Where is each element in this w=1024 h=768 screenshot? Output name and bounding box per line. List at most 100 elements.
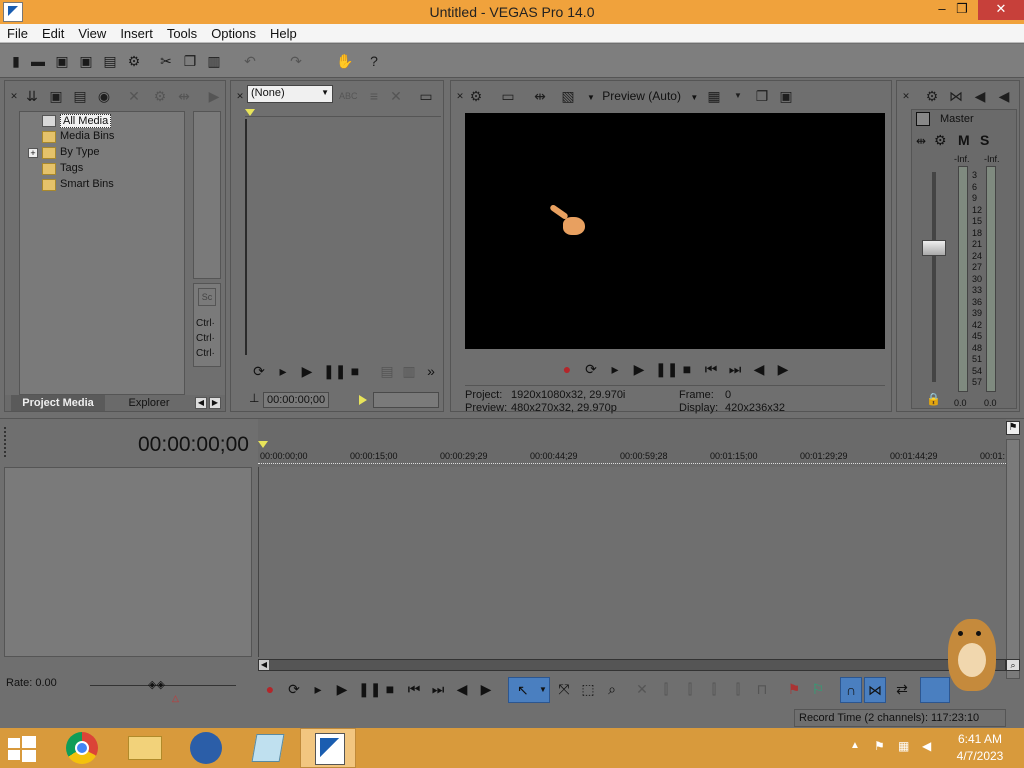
- play-from-start-icon[interactable]: ▸: [275, 363, 291, 379]
- ripple-edit-icon[interactable]: ⇄: [894, 681, 910, 697]
- clock-time[interactable]: 6:41 AM: [952, 732, 1008, 746]
- auto-crossfade-icon[interactable]: ⋈: [864, 677, 886, 703]
- speaker-icon[interactable]: ◀: [971, 87, 989, 105]
- expand-arrow-icon[interactable]: ▶: [205, 87, 223, 105]
- tab-project-media[interactable]: Project Media: [11, 395, 105, 411]
- notepad-taskbar-icon[interactable]: [240, 728, 296, 768]
- go-to-start-icon[interactable]: ⏮: [406, 681, 422, 697]
- snapping-icon[interactable]: ∩: [840, 677, 862, 703]
- close-button[interactable]: ✕: [978, 0, 1024, 20]
- go-to-end-icon[interactable]: ⏭: [727, 361, 743, 377]
- volume-muted-icon[interactable]: ◀: [922, 739, 931, 753]
- dim-output-icon[interactable]: ◀: [995, 87, 1013, 105]
- menu-edit[interactable]: Edit: [35, 24, 71, 41]
- remove-icon[interactable]: ✕: [125, 87, 143, 105]
- save-as-icon[interactable]: ▣: [78, 53, 94, 69]
- loop-icon[interactable]: ⟳: [583, 361, 599, 377]
- menu-view[interactable]: View: [71, 24, 113, 41]
- extract-audio-icon[interactable]: ▤: [71, 87, 89, 105]
- add-to-timeline-before-icon[interactable]: ▥: [401, 363, 417, 379]
- tab-scroll-left-icon[interactable]: ◀: [195, 397, 207, 409]
- timeline-tracks[interactable]: [258, 467, 1006, 657]
- menu-options[interactable]: Options: [204, 24, 263, 41]
- play-icon[interactable]: ▶: [631, 361, 647, 377]
- trimmer-media-dropdown[interactable]: (None) ▼: [247, 85, 333, 103]
- preview-quality-dropdown[interactable]: ▼ Preview (Auto) ▼: [587, 89, 698, 103]
- rate-slider-handle[interactable]: ◈◈: [148, 678, 165, 691]
- chrome-taskbar-icon[interactable]: [54, 728, 110, 768]
- import-media-icon[interactable]: ⇊: [23, 87, 41, 105]
- record-icon[interactable]: ●: [262, 681, 278, 697]
- tab-explorer[interactable]: Explorer: [109, 395, 189, 411]
- vertical-scrollbar[interactable]: [1006, 439, 1020, 679]
- normal-edit-tool-button[interactable]: ↖ ▼: [508, 677, 550, 703]
- media-fx-gear-icon[interactable]: ⚙: [151, 87, 169, 105]
- more-arrows-icon[interactable]: »: [423, 363, 439, 379]
- solo-button[interactable]: S: [980, 132, 989, 148]
- paste-icon[interactable]: ▥: [206, 53, 222, 69]
- network-icon[interactable]: ▦: [898, 739, 909, 753]
- close-panel-icon[interactable]: ✕: [5, 87, 23, 105]
- clear-icon[interactable]: ✕: [387, 87, 405, 105]
- list-icon[interactable]: ≡: [365, 87, 383, 105]
- play-from-start-icon[interactable]: ▸: [310, 681, 326, 697]
- split-icon[interactable]: ⇹: [175, 87, 193, 105]
- copy-icon[interactable]: ❐: [182, 53, 198, 69]
- external-monitor-icon[interactable]: ▭: [499, 87, 517, 105]
- start-windows-icon[interactable]: [8, 736, 36, 762]
- trimmer-length-box[interactable]: [373, 392, 439, 408]
- stop-icon[interactable]: ■: [382, 681, 398, 697]
- render-icon[interactable]: ▤: [102, 53, 118, 69]
- grid-icon[interactable]: ▦: [705, 87, 723, 105]
- previous-frame-icon[interactable]: ◀: [454, 681, 470, 697]
- marker-icon[interactable]: ⚑: [786, 681, 802, 697]
- envelope-tool-icon[interactable]: ⤧: [556, 681, 572, 697]
- save-icon[interactable]: ▣: [54, 53, 70, 69]
- spell-check-icon[interactable]: ABC: [339, 87, 358, 105]
- trim-end-icon[interactable]: ⫿: [706, 681, 722, 697]
- zoom-icon[interactable]: ⌕: [1006, 659, 1020, 671]
- save-snapshot-icon[interactable]: ▣: [777, 87, 795, 105]
- go-to-end-icon[interactable]: ⏭: [430, 681, 446, 697]
- loop-icon[interactable]: ⟳: [251, 363, 267, 379]
- selection-tool-icon[interactable]: ⬚: [580, 681, 596, 697]
- downmix-icon[interactable]: ⋈: [947, 87, 965, 105]
- open-folder-icon[interactable]: ▬: [30, 53, 46, 69]
- file-explorer-taskbar-icon[interactable]: [116, 728, 172, 768]
- master-fx-icon[interactable]: ⚙: [934, 132, 947, 149]
- video-preview-screen[interactable]: [465, 113, 885, 349]
- split-icon[interactable]: ⫿: [730, 681, 746, 697]
- stop-icon[interactable]: ■: [679, 361, 695, 377]
- copy-frame-icon[interactable]: ▭: [417, 87, 435, 105]
- properties-gear-icon[interactable]: ⚙: [126, 53, 142, 69]
- menu-tools[interactable]: Tools: [160, 24, 204, 41]
- stop-icon[interactable]: ■: [347, 363, 363, 379]
- pan-icon[interactable]: ⇹: [916, 134, 926, 148]
- action-center-flag-icon[interactable]: ⚑: [874, 739, 885, 753]
- go-to-start-icon[interactable]: ⏮: [703, 361, 719, 377]
- pause-icon[interactable]: ❚❚: [358, 681, 381, 697]
- scroll-left-icon[interactable]: ◀: [259, 660, 269, 670]
- edit-tool-hand-icon[interactable]: ✋: [336, 53, 353, 69]
- master-fx-gear-icon[interactable]: ⚙: [923, 87, 941, 105]
- loop-icon[interactable]: ⟳: [286, 681, 302, 697]
- menu-insert[interactable]: Insert: [113, 24, 160, 41]
- show-hidden-icons-icon[interactable]: ▲: [850, 740, 860, 751]
- overlays-icon[interactable]: ▧: [559, 87, 577, 105]
- next-frame-icon[interactable]: ▶: [775, 361, 791, 377]
- trimmer-timecode[interactable]: 00:00:00;00: [263, 392, 329, 408]
- redo-icon[interactable]: ↷: [288, 53, 304, 69]
- delete-icon[interactable]: ✕: [634, 681, 650, 697]
- cut-icon[interactable]: ✂: [158, 53, 174, 69]
- menu-help[interactable]: Help: [263, 24, 304, 41]
- trim-start-icon[interactable]: ⫿: [682, 681, 698, 697]
- grid-dropdown-icon[interactable]: ▼: [729, 87, 747, 105]
- marker-flag-icon[interactable]: ⚑: [1006, 421, 1020, 435]
- undo-icon[interactable]: ↶: [242, 53, 258, 69]
- tab-scroll-right-icon[interactable]: ▶: [209, 397, 221, 409]
- new-file-icon[interactable]: ▮: [8, 53, 24, 69]
- play-icon[interactable]: ▶: [299, 363, 315, 379]
- whats-this-help-icon[interactable]: ?: [366, 53, 382, 69]
- master-fader-handle[interactable]: [922, 240, 946, 256]
- previous-frame-icon[interactable]: ◀: [751, 361, 767, 377]
